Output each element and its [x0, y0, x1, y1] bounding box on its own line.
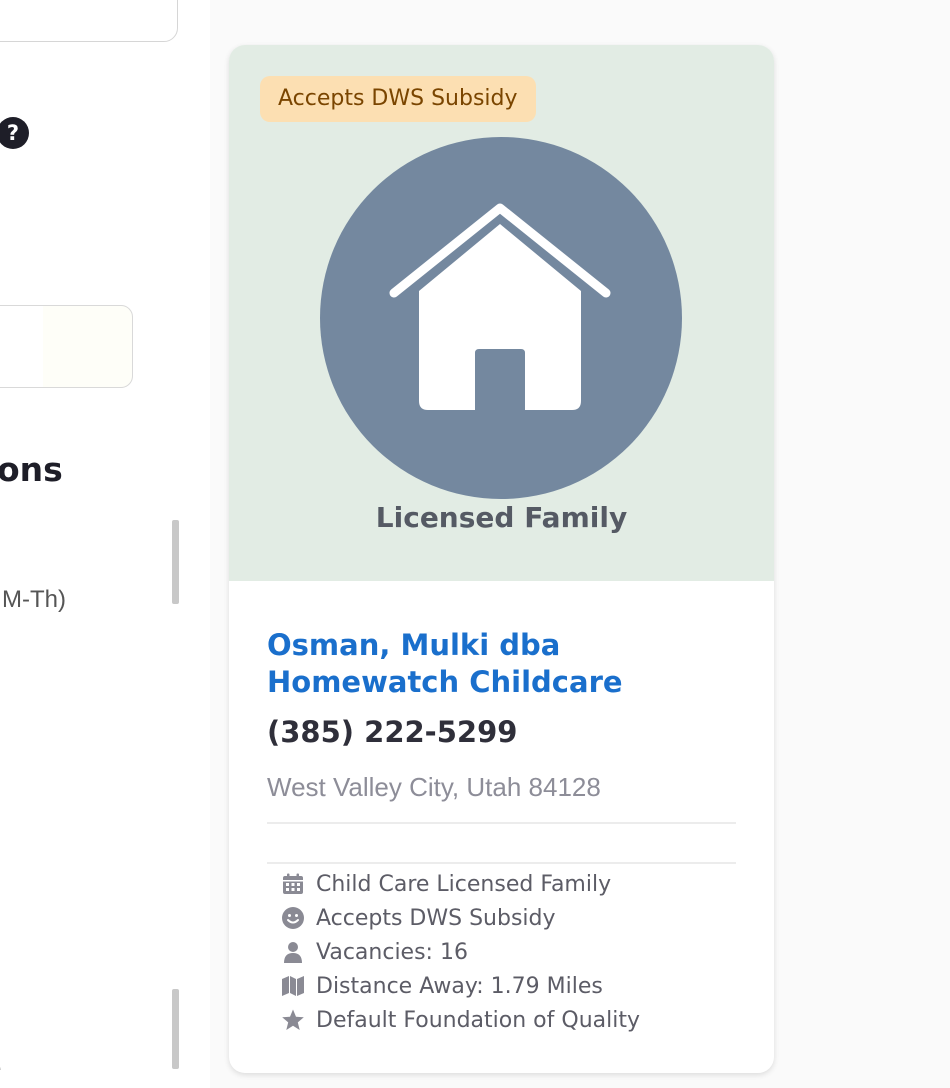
provider-details-list: Child Care Licensed Family Accepts DWS S…	[281, 867, 751, 1037]
divider	[267, 862, 736, 864]
provider-type-caption: Licensed Family	[375, 501, 628, 534]
detail-text: Default Foundation of Quality	[316, 1007, 640, 1033]
detail-text: Accepts DWS Subsidy	[316, 905, 556, 931]
help-icon[interactable]: ?	[0, 117, 29, 149]
provider-type-badge	[320, 137, 682, 499]
provider-image: Accepts DWS Subsidy Licensed Family	[229, 45, 774, 581]
section-heading: ons	[0, 450, 63, 489]
provider-name-link[interactable]: Osman, Mulki dba Homewatch Childcare	[267, 627, 747, 701]
filter-input[interactable]	[0, 305, 133, 388]
star-icon	[282, 1009, 304, 1030]
provider-address: West Valley City, Utah 84128	[267, 772, 601, 802]
scroll-indicator[interactable]	[172, 989, 179, 1069]
detail-quality: Default Foundation of Quality	[281, 1003, 751, 1037]
calendar-icon	[283, 873, 303, 894]
map-icon	[282, 976, 304, 996]
filter-option-label[interactable]: o M-Th)	[0, 586, 66, 614]
detail-subsidy: Accepts DWS Subsidy	[281, 901, 751, 935]
filter-option-label[interactable]: e	[0, 1055, 1, 1083]
scroll-indicator[interactable]	[172, 520, 179, 604]
detail-text: Distance Away: 1.79 Miles	[316, 973, 603, 999]
detail-text: Child Care Licensed Family	[316, 871, 612, 897]
max-price-input[interactable]: 1750	[0, 0, 178, 42]
divider	[267, 822, 736, 824]
provider-card[interactable]: Accepts DWS Subsidy Licensed Family Osma…	[229, 45, 774, 1073]
smile-icon	[282, 907, 304, 929]
detail-distance: Distance Away: 1.79 Miles	[281, 969, 751, 1003]
max-price-value: 1750	[13, 0, 79, 1]
filter-panel: 1750 ? ons o M-Th) e	[0, 0, 210, 1088]
detail-text: Vacancies: 16	[316, 939, 468, 965]
user-icon	[284, 942, 302, 963]
detail-license-type: Child Care Licensed Family	[281, 867, 751, 901]
provider-phone[interactable]: (385) 222-5299	[267, 715, 517, 749]
house-icon	[389, 203, 611, 410]
subsidy-badge: Accepts DWS Subsidy	[260, 76, 536, 122]
detail-vacancies: Vacancies: 16	[281, 935, 751, 969]
